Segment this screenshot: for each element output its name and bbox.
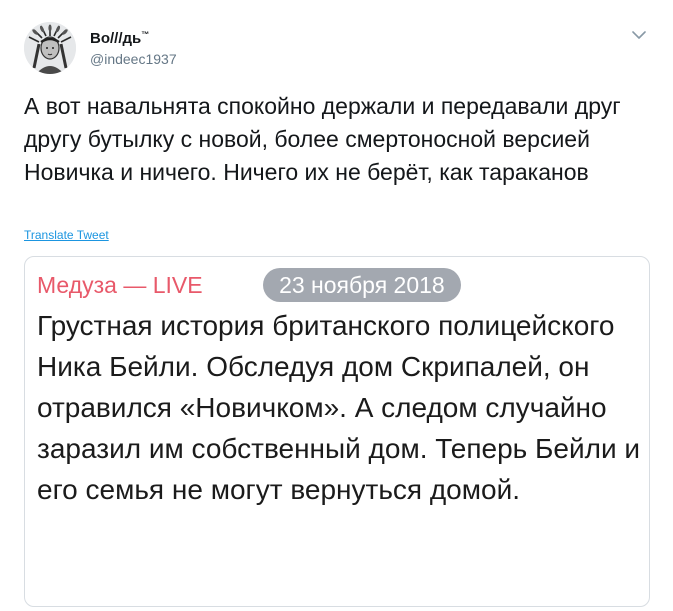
- user-handle[interactable]: @indeec1937: [90, 49, 177, 69]
- tweet-text: А вот навальнята спокойно держали и пере…: [24, 93, 621, 185]
- display-name-text: Во///дь: [90, 30, 142, 47]
- date-badge: 23 ноября 2018: [263, 268, 461, 302]
- embedded-image[interactable]: Медуза — LIVE 23 ноября 2018 Грустная ис…: [24, 256, 650, 607]
- trademark-mark: ™: [141, 30, 150, 39]
- embedded-header: Медуза — LIVE 23 ноября 2018: [37, 265, 461, 305]
- avatar[interactable]: [24, 22, 76, 74]
- source-label: Медуза — LIVE: [37, 272, 203, 298]
- translate-tweet-link[interactable]: Translate Tweet: [24, 228, 109, 242]
- display-name[interactable]: Во///дь™: [90, 26, 177, 48]
- chief-headdress-avatar-icon: [24, 22, 76, 74]
- tweet-card: Во///дь™ @indeec1937 А вот навальнята сп…: [0, 0, 673, 611]
- chevron-down-icon[interactable]: [631, 28, 647, 40]
- embedded-headline: Грустная история британского полицейског…: [37, 310, 641, 505]
- author-block[interactable]: Во///дь™ @indeec1937: [90, 26, 177, 69]
